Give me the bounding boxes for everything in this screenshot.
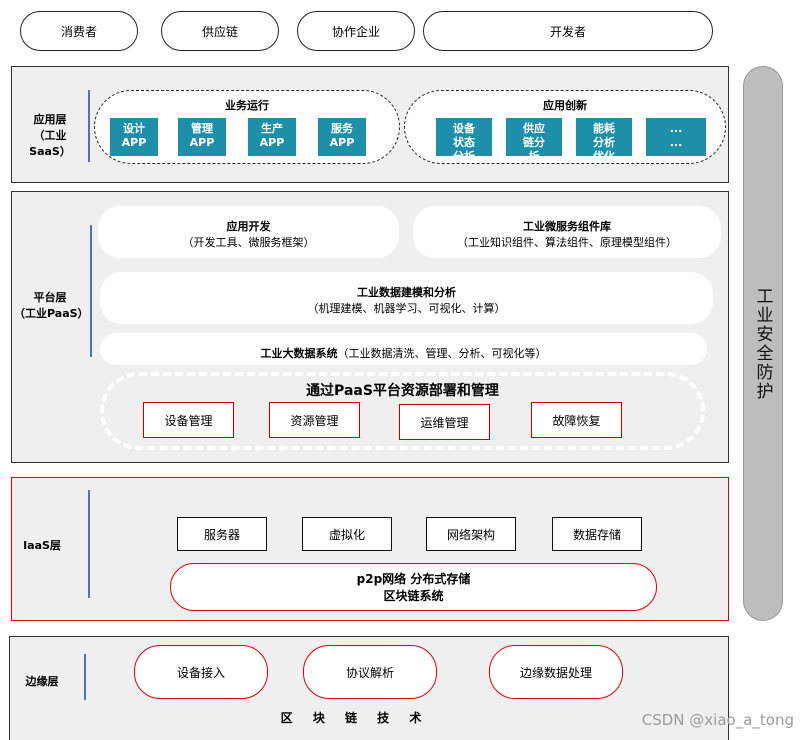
blockchain-tech-footer: 区 块 链 技 术	[280, 711, 430, 725]
virtualization-box: 虚拟化	[302, 517, 392, 551]
tile-text: 管理	[191, 122, 213, 135]
app-tile-service: 服务 APP	[318, 118, 366, 156]
microservice-title: 工业微服务组件库	[523, 220, 611, 233]
tile-text: 分析	[593, 136, 615, 149]
innov-tile-energy: 能耗分析优化	[576, 118, 632, 156]
paas-management-title: 通过PaaS平台资源部署和管理	[306, 383, 499, 399]
edge-data-processing-pill: 边缘数据处理	[489, 645, 623, 699]
platform-layer-label-line2: （工业PaaS）	[14, 307, 89, 320]
innov-tile-supply-chain: 供应链分析	[506, 118, 562, 156]
app-tile-management: 管理 APP	[178, 118, 226, 156]
top-pill-supply-chain: 供应链	[161, 11, 279, 51]
tile-text: APP	[121, 136, 147, 149]
top-pill-consumer: 消费者	[20, 11, 138, 51]
platform-layer-label: 平台层 （工业PaaS）	[14, 290, 89, 322]
tile-text: 设计	[123, 122, 145, 135]
blockchain-system-line: 区块链系统	[383, 589, 444, 603]
app-dev-subtitle: （开发工具、微服务框架）	[182, 236, 315, 249]
tile-text: 供应	[523, 122, 545, 135]
innov-tile-device-status: 设备状态分析	[436, 118, 492, 156]
microservice-pill: 工业微服务组件库 （工业知识组件、算法组件、原理模型组件）	[413, 206, 721, 258]
app-tile-production: 生产 APP	[248, 118, 296, 156]
application-layer-label: 应用层 （工业SaaS）	[16, 112, 84, 160]
tile-text: 状态	[453, 136, 475, 149]
resource-management-box: 资源管理	[269, 402, 360, 438]
watermark: CSDN @xiao_a_tong	[641, 711, 794, 729]
p2p-line: p2p网络 分布式存储	[356, 572, 471, 586]
p2p-blockchain-pill: p2p网络 分布式存储 区块链系统	[170, 563, 657, 611]
tile-text: ...	[669, 122, 683, 135]
big-data-title: 工业大数据系统	[260, 347, 338, 360]
iaas-layer-divider	[88, 490, 90, 598]
application-innovation-title: 应用创新	[543, 99, 587, 112]
iaas-layer-label: IaaS层	[23, 539, 61, 552]
tile-text: 优化	[576, 150, 632, 156]
business-operation-title: 业务运行	[225, 99, 269, 112]
data-modeling-title: 工业数据建模和分析	[357, 286, 456, 299]
application-layer-label-line1: 应用层	[33, 113, 67, 126]
tile-text: 设备	[453, 122, 475, 135]
innov-tile-more: ......	[646, 118, 706, 156]
data-modeling-subtitle: （机理建模、机器学习、可视化、计算）	[307, 302, 506, 315]
tile-text: 生产	[261, 122, 283, 135]
app-dev-pill: 应用开发 （开发工具、微服务框架）	[98, 206, 399, 258]
protocol-parsing-pill: 协议解析	[303, 645, 437, 699]
tile-text: APP	[329, 136, 355, 149]
microservice-subtitle: （工业知识组件、算法组件、原理模型组件）	[457, 236, 677, 249]
application-layer-divider	[88, 90, 90, 162]
app-tile-design: 设计 APP	[110, 118, 158, 156]
fault-recovery-box: 故障恢复	[531, 402, 622, 438]
tile-text: 析	[506, 150, 562, 156]
data-storage-box: 数据存储	[552, 517, 642, 551]
platform-layer-divider	[90, 225, 92, 357]
network-architecture-box: 网络架构	[426, 517, 516, 551]
tile-text: 服务	[331, 122, 353, 135]
application-layer-label-line2: （工业SaaS）	[29, 129, 71, 158]
tile-text: 分析	[436, 150, 492, 156]
data-modeling-pill: 工业数据建模和分析 （机理建模、机器学习、可视化、计算）	[100, 272, 713, 324]
top-pill-developers: 开发者	[423, 11, 713, 51]
platform-layer-label-line1: 平台层	[33, 291, 67, 304]
app-dev-title: 应用开发	[226, 220, 271, 233]
security-label: 工业安全防护	[752, 286, 773, 401]
tile-text: APP	[189, 136, 215, 149]
ops-management-box: 运维管理	[399, 404, 490, 440]
device-access-pill: 设备接入	[134, 645, 268, 699]
tile-text: 链分	[523, 136, 545, 149]
tile-text: 能耗	[593, 122, 615, 135]
tile-text: APP	[259, 136, 285, 149]
tile-text: ...	[669, 136, 683, 149]
edge-layer-label: 边缘层	[25, 675, 59, 688]
edge-layer-divider	[84, 654, 86, 700]
big-data-subtitle: （工业数据清洗、管理、分析、可视化等）	[337, 347, 547, 360]
server-box: 服务器	[177, 517, 267, 551]
big-data-pill: 工业大数据系统（工业数据清洗、管理、分析、可视化等）	[100, 333, 707, 365]
top-pill-partners: 协作企业	[297, 11, 415, 51]
security-bar: 工业安全防护	[743, 66, 783, 621]
device-management-box: 设备管理	[143, 402, 234, 438]
